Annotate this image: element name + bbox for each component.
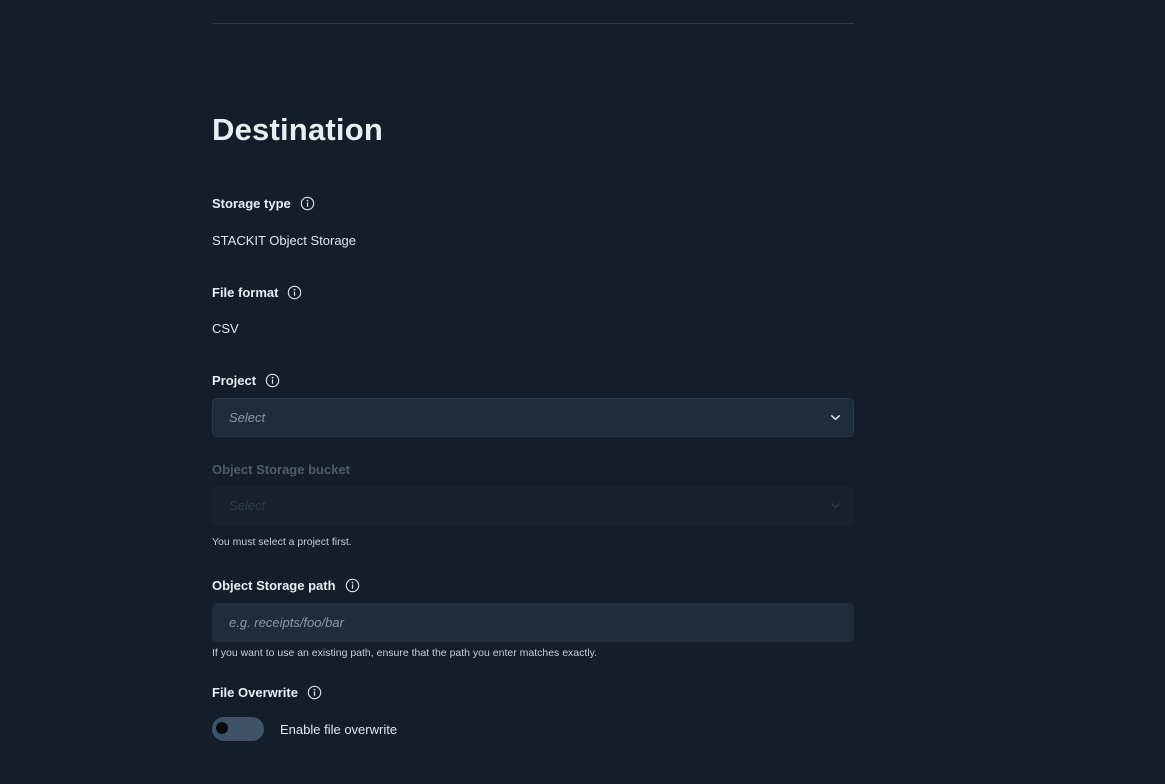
overwrite-label: File Overwrite (212, 685, 322, 700)
bucket-label-text: Object Storage bucket (212, 462, 350, 477)
path-input[interactable] (212, 603, 854, 642)
file-format-label-text: File format (212, 285, 279, 300)
bucket-select-placeholder: Select (229, 498, 266, 513)
overwrite-label-text: File Overwrite (212, 685, 298, 700)
overwrite-toggle[interactable] (212, 717, 264, 741)
chevron-down-icon (831, 415, 840, 421)
chevron-down-icon (831, 503, 840, 509)
storage-type-value: STACKIT Object Storage (212, 233, 357, 248)
file-format-label: File format (212, 285, 302, 300)
toggle-knob (216, 722, 228, 734)
file-format-value: CSV (212, 321, 239, 336)
bucket-select: Select (212, 486, 854, 525)
bucket-helper-text: You must select a project first. (212, 536, 352, 548)
project-label-text: Project (212, 373, 257, 388)
storage-type-label-text: Storage type (212, 196, 291, 211)
path-helper-text: If you want to use an existing path, ens… (212, 647, 598, 659)
overwrite-info-icon[interactable] (307, 685, 322, 700)
bucket-label: Object Storage bucket (212, 462, 350, 477)
overwrite-toggle-row: Enable file overwrite (212, 717, 397, 741)
project-select-placeholder: Select (229, 410, 266, 425)
section-divider (212, 23, 854, 24)
path-label-text: Object Storage path (212, 578, 336, 593)
project-select[interactable]: Select (212, 398, 854, 437)
path-info-icon[interactable] (345, 578, 360, 593)
file-format-info-icon[interactable] (287, 285, 302, 300)
storage-type-info-icon[interactable] (300, 196, 315, 211)
storage-type-label: Storage type (212, 196, 315, 211)
overwrite-toggle-label: Enable file overwrite (280, 721, 398, 737)
destination-page: Destination Storage type STACKIT Object … (0, 0, 1165, 784)
path-label: Object Storage path (212, 578, 360, 593)
section-title: Destination (212, 112, 383, 147)
project-label: Project (212, 373, 280, 388)
project-info-icon[interactable] (265, 373, 280, 388)
